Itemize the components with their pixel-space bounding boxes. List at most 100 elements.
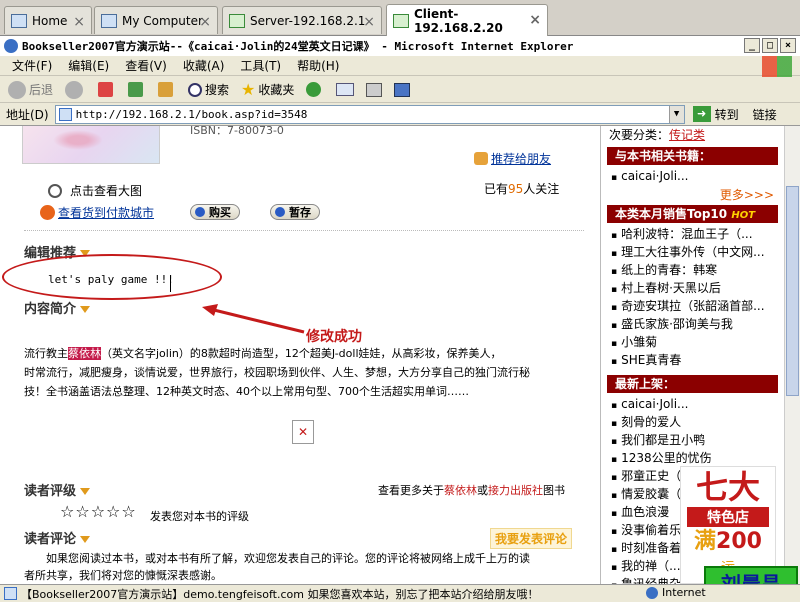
intro-paragraph: 流行教主蔡依林（英文名字jolin）的8款超时尚造型，12个超美J-doll娃娃… — [24, 344, 584, 401]
status-bar: 【Bookseller2007官方演示站】demo.tengfeisoft.co… — [0, 584, 800, 602]
triangle-down-icon — [80, 488, 91, 495]
hold-button[interactable]: 暂存 — [270, 204, 320, 220]
mail-icon — [336, 83, 355, 96]
address-input[interactable]: http://192.168.2.1/book.asp?id=3548 ▼ — [54, 104, 685, 124]
scrollbar[interactable] — [784, 126, 800, 584]
tab-server[interactable]: Server-192.168.2.1 × — [222, 6, 382, 34]
list-item[interactable]: 理工大往事外传（中文网... — [601, 243, 784, 261]
close-icon[interactable]: × — [73, 14, 85, 30]
media-icon — [306, 82, 322, 97]
page-icon — [58, 107, 72, 121]
hot-badge: HOT — [731, 210, 756, 221]
ad-title: 七大 — [681, 467, 775, 507]
maximize-button[interactable]: □ — [762, 38, 778, 53]
close-button[interactable]: × — [780, 38, 796, 53]
list-item[interactable]: 盛氏家族·邵询美与我 — [601, 315, 784, 333]
list-item[interactable]: 1238公里的忧伤 — [601, 449, 784, 467]
list-item[interactable]: caicai·Joli... — [601, 395, 784, 413]
view-large-link[interactable]: 点击查看大图 — [48, 182, 142, 199]
tab-client[interactable]: Client-192.168.2.20 × — [386, 4, 548, 36]
address-bar: 地址(D) http://192.168.2.1/book.asp?id=354… — [0, 103, 800, 126]
tab-home[interactable]: Home × — [4, 6, 92, 34]
list-item[interactable]: 纸上的青春：韩寒 — [601, 261, 784, 279]
close-icon[interactable]: × — [199, 14, 211, 30]
intro-line-2: 时常流行，减肥瘦身，谈情说爱，世界旅行，校园职场到伙伴、人生、梦想，大方分享自己… — [24, 366, 530, 379]
divider — [24, 230, 584, 231]
close-icon[interactable]: × — [363, 14, 375, 30]
hold-icon — [275, 207, 285, 217]
list-item[interactable]: SHE真青春 — [601, 351, 784, 369]
new-arrivals-header: 最新上架： — [607, 375, 778, 393]
menu-view[interactable]: 查看(V) — [117, 57, 175, 74]
recommend-link[interactable]: 推荐给朋友 — [474, 150, 551, 167]
back-arrow-icon — [8, 80, 26, 99]
menu-file[interactable]: 文件(F) — [4, 57, 60, 74]
ie-icon — [4, 39, 18, 53]
author-more-link[interactable]: 蔡依林 — [444, 484, 477, 497]
menu-edit[interactable]: 编辑(E) — [60, 57, 117, 74]
menu-bar: 文件(F) 编辑(E) 查看(V) 收藏(A) 工具(T) 帮助(H) — [0, 56, 800, 76]
tab-my-computer[interactable]: My Computer × — [94, 6, 218, 34]
buy-button[interactable]: 购买 — [190, 204, 240, 220]
broken-image-icon: ✕ — [292, 420, 314, 444]
go-arrow-icon: ➜ — [692, 106, 711, 122]
more-link[interactable]: 更多>>> — [601, 185, 784, 205]
rating-heading: 读者评级 — [24, 480, 91, 499]
favorites-button[interactable]: ★ 收藏夹 — [237, 79, 298, 101]
list-item[interactable]: 奇迹安琪拉（张韶涵首部... — [601, 297, 784, 315]
triangle-down-icon — [80, 306, 91, 313]
list-item[interactable]: 村上春树·天黑以后 — [601, 279, 784, 297]
list-item[interactable]: 我们都是丑小鸭 — [601, 431, 784, 449]
tab-label: Server-192.168.2.1 — [250, 13, 366, 28]
rating-more: 查看更多关于蔡依林或接力出版社图书 — [378, 484, 565, 497]
chevron-down-icon[interactable]: ▼ — [668, 105, 684, 123]
links-button[interactable]: 链接 — [753, 106, 777, 123]
go-button[interactable]: ➜ 转到 — [692, 106, 739, 123]
address-url: http://192.168.2.1/book.asp?id=3548 — [75, 107, 308, 121]
tab-bar: Home × My Computer × Server-192.168.2.1 … — [0, 0, 800, 36]
search-button[interactable]: 搜索 — [184, 79, 233, 101]
main-column: ISBN：7-80073-0 推荐给朋友 点击查看大图 已有95人关注 查看货到… — [0, 126, 600, 584]
publisher-link[interactable]: 接力出版社 — [488, 484, 543, 497]
annotation-arrow — [202, 304, 305, 334]
edit-button[interactable] — [390, 79, 414, 101]
list-item[interactable]: caicai·Joli... — [601, 167, 784, 185]
list-item[interactable]: 哈利波特：混血王子（... — [601, 225, 784, 243]
stop-button[interactable] — [94, 79, 120, 101]
triangle-down-icon — [80, 536, 91, 543]
view-store-link[interactable]: 查看货到付款城市 — [40, 204, 154, 221]
star-icon: ★ — [241, 80, 256, 99]
scrollbar-thumb[interactable] — [786, 186, 799, 396]
vm-icon — [229, 13, 245, 28]
home-icon — [11, 13, 27, 28]
star-rating[interactable]: ☆☆☆☆☆ — [60, 502, 137, 521]
home-button[interactable] — [154, 79, 180, 101]
intro-line-3: 技！全书涵盖语法总整理、12种英文时态、40个以上常用句型、700个生活超实用单… — [24, 385, 469, 398]
refresh-button[interactable] — [124, 79, 150, 101]
status-zone: Internet — [646, 586, 706, 599]
window-title: Bookseller2007官方演示站--《caicai·Jolin的24堂英文… — [22, 40, 574, 53]
status-text: 【Bookseller2007官方演示站】demo.tengfeisoft.co… — [21, 587, 539, 601]
menu-tools[interactable]: 工具(T) — [232, 57, 289, 74]
media-button[interactable] — [302, 79, 328, 101]
flower-decoration — [53, 130, 103, 150]
author-link[interactable]: 蔡依林 — [68, 347, 101, 360]
edit-icon — [394, 82, 411, 97]
arrow-right-icon — [40, 205, 55, 220]
menu-help[interactable]: 帮助(H) — [289, 57, 347, 74]
list-item[interactable]: 小雏菊 — [601, 333, 784, 351]
page-viewport: ISBN：7-80073-0 推荐给朋友 点击查看大图 已有95人关注 查看货到… — [0, 126, 800, 584]
post-review-button[interactable]: 我要发表评论 — [490, 528, 573, 549]
menu-favorites[interactable]: 收藏(A) — [175, 57, 233, 74]
minimize-button[interactable]: _ — [744, 38, 760, 53]
list-item[interactable]: 刻骨的爱人 — [601, 413, 784, 431]
back-button[interactable]: 后退 — [4, 79, 57, 101]
print-button[interactable] — [362, 79, 386, 101]
forward-button[interactable] — [61, 79, 90, 101]
category-link[interactable]: 传记类 — [669, 128, 705, 142]
close-icon[interactable]: × — [529, 12, 541, 28]
mail-button[interactable] — [332, 79, 358, 101]
book-cover-image[interactable] — [22, 126, 160, 164]
status-page-icon — [4, 587, 17, 600]
top10-list: 哈利波特：混血王子（... 理工大往事外传（中文网... 纸上的青春：韩寒 村上… — [601, 225, 784, 369]
